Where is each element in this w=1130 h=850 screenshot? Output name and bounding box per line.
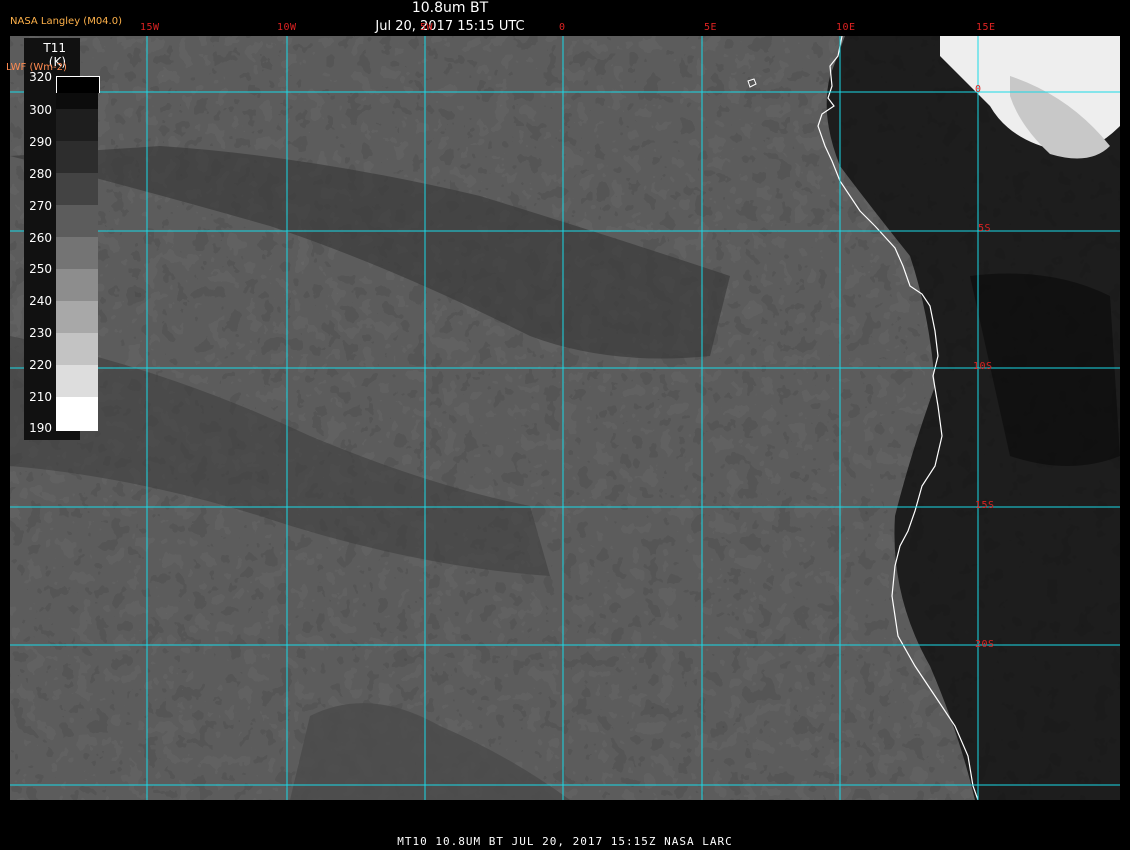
colorbar-tick: 210 — [29, 390, 52, 404]
colorbar-swatch — [56, 397, 98, 431]
lwf-label: LWF (Wm-2) — [6, 62, 67, 73]
colorbar-swatch — [56, 333, 98, 365]
colorbar-tick: 240 — [29, 294, 52, 308]
colorbar-tick: 190 — [29, 421, 52, 435]
title-line-2: Jul 20, 2017 15:15 UTC — [375, 19, 525, 34]
colorbar-swatch — [56, 269, 98, 301]
lat-label: 0 — [975, 84, 982, 95]
footer-caption: MT10 10.8UM BT JUL 20, 2017 15:15Z NASA … — [397, 835, 733, 848]
lon-label: 10W — [277, 22, 297, 33]
lat-label: 10S — [973, 361, 993, 372]
provider-label: NASA Langley (M04.0) — [10, 16, 122, 27]
colorbar-swatch — [56, 301, 98, 333]
lon-label: 15W — [140, 22, 160, 33]
colorbar-tick: 280 — [29, 167, 52, 181]
lon-label: 5E — [704, 22, 718, 33]
colorbar-tick: 260 — [29, 231, 52, 245]
lon-label: 15E — [976, 22, 996, 33]
colorbar-swatch — [56, 205, 98, 237]
title-line-1: 10.8um BT — [411, 0, 489, 16]
lon-label: 5W — [420, 22, 434, 33]
colorbar-tick: 290 — [29, 135, 52, 149]
colorbar-swatch — [56, 173, 98, 205]
lat-label: 5S — [978, 223, 992, 234]
lon-label: 0 — [559, 22, 566, 33]
lat-label: 15S — [975, 500, 995, 511]
colorbar-swatch — [56, 93, 98, 109]
colorbar-swatch — [56, 109, 98, 141]
colorbar-swatch — [56, 76, 100, 93]
colorbar-tick: 250 — [29, 262, 52, 276]
colorbar-tick: 270 — [29, 199, 52, 213]
colorbar-tick: 300 — [29, 103, 52, 117]
colorbar-tick: 230 — [29, 326, 52, 340]
lat-label: 20S — [975, 639, 995, 650]
satellite-image — [10, 36, 1120, 800]
colorbar-tick: 220 — [29, 358, 52, 372]
colorbar-swatch — [56, 365, 98, 397]
colorbar-legend: T11 (K) 320 300 290 280 270 260 250 240 … — [24, 38, 100, 440]
colorbar-swatch — [56, 237, 98, 269]
lon-label: 10E — [836, 22, 856, 33]
colorbar-swatch — [56, 141, 98, 173]
colorbar-variable: T11 — [43, 41, 66, 55]
satellite-map[interactable] — [10, 36, 1120, 800]
